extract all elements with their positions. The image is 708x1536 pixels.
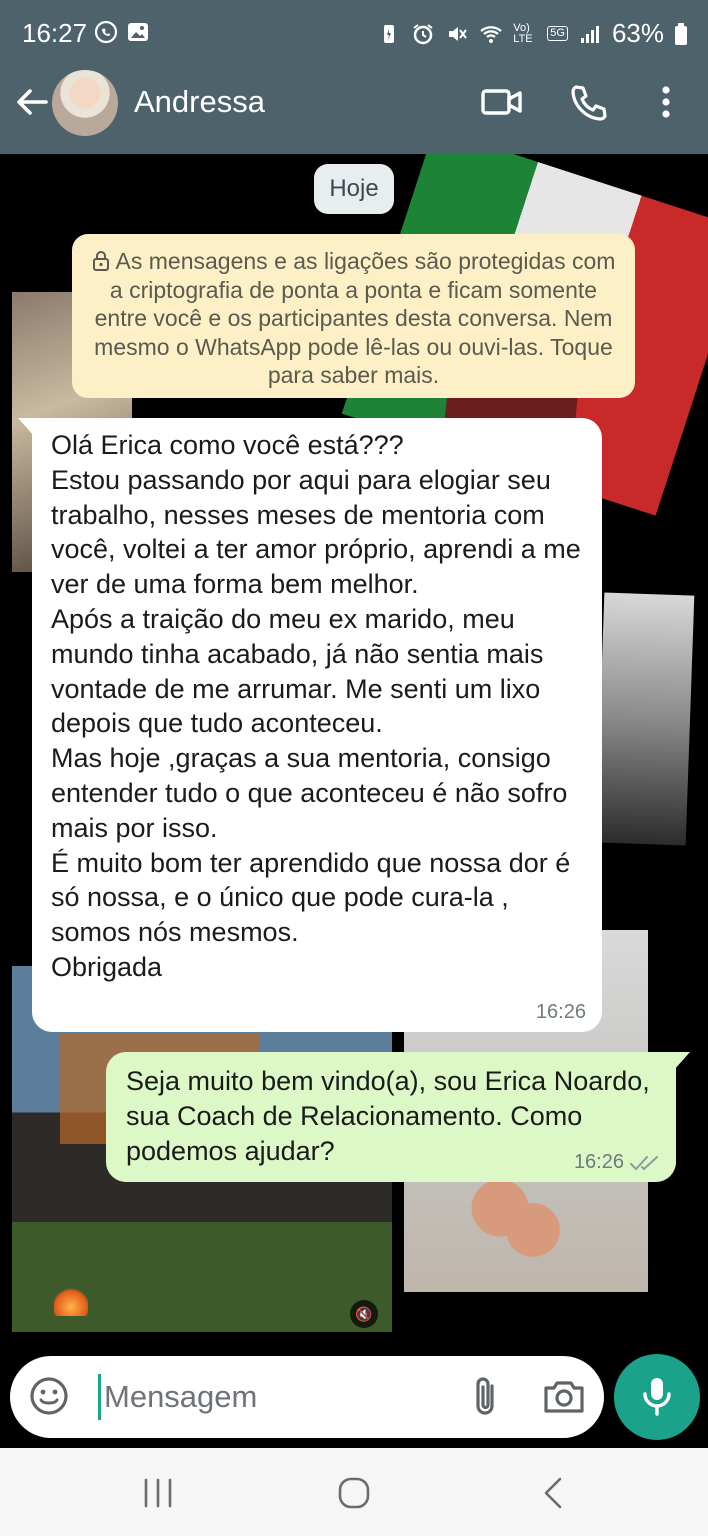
network-type: 5G [547, 26, 568, 41]
date-chip: Hoje [314, 164, 394, 214]
mute-icon [449, 26, 468, 41]
video-mute-icon: 🔇 [350, 1300, 378, 1328]
status-time: 16:27 [22, 18, 88, 48]
contact-name[interactable]: Andressa [134, 84, 265, 120]
attach-icon[interactable] [466, 1374, 506, 1420]
mic-icon [643, 1378, 671, 1416]
double-check-icon [630, 1155, 658, 1170]
lock-icon [92, 251, 109, 271]
chat-header: Andressa [0, 66, 708, 154]
wallpaper-fire [54, 1286, 88, 1316]
gallery-notification-icon [128, 23, 148, 41]
incoming-message[interactable]: Olá Erica como você está??? Estou passan… [18, 418, 602, 1032]
message-time: 16:26 [535, 1001, 586, 1023]
encryption-notice-text: As mensagens e as ligações são protegida… [94, 248, 616, 389]
status-left-icons [94, 20, 150, 44]
more-vert-icon[interactable] [646, 82, 686, 122]
encryption-notice[interactable]: As mensagens e as ligações são protegida… [72, 234, 635, 398]
back-arrow-icon[interactable] [12, 82, 52, 122]
alarm-icon [413, 23, 433, 44]
video-call-icon[interactable] [480, 82, 524, 122]
message-time: 16:26 [573, 1151, 624, 1173]
wifi-icon [480, 25, 502, 43]
message-composer [10, 1356, 604, 1438]
volte-indicator: Vo) LTE [513, 21, 533, 45]
battery-percent: 63% [611, 18, 664, 48]
mic-button[interactable] [614, 1354, 700, 1440]
battery-saver-icon [384, 24, 395, 43]
camera-icon[interactable] [542, 1376, 586, 1416]
signal-icon [580, 25, 599, 43]
recent-apps-icon[interactable] [138, 1476, 178, 1510]
emoji-icon[interactable] [28, 1375, 70, 1417]
system-nav-bar [0, 1448, 708, 1536]
status-bar: 16:27 Vo) LTE 5G 63% [0, 0, 708, 66]
message-meta: 16:26 [574, 1151, 660, 1174]
text-cursor [98, 1374, 101, 1420]
chat-area[interactable]: 🔇 Hoje As mensagens e as ligações são pr… [0, 154, 708, 1348]
home-icon[interactable] [334, 1476, 374, 1510]
avatar[interactable] [52, 70, 118, 136]
phone-call-icon[interactable] [568, 82, 612, 122]
battery-icon [675, 22, 687, 45]
wallpaper-car-photo [595, 592, 695, 846]
back-nav-icon[interactable] [534, 1476, 574, 1510]
message-input[interactable] [104, 1370, 434, 1424]
message-text: Olá Erica como você está??? Estou passan… [51, 430, 581, 982]
outgoing-message[interactable]: Seja muito bem vindo(a), sou Erica Noard… [106, 1052, 690, 1182]
whatsapp-notification-icon [94, 20, 118, 44]
status-right: Vo) LTE 5G 63% [377, 18, 688, 49]
